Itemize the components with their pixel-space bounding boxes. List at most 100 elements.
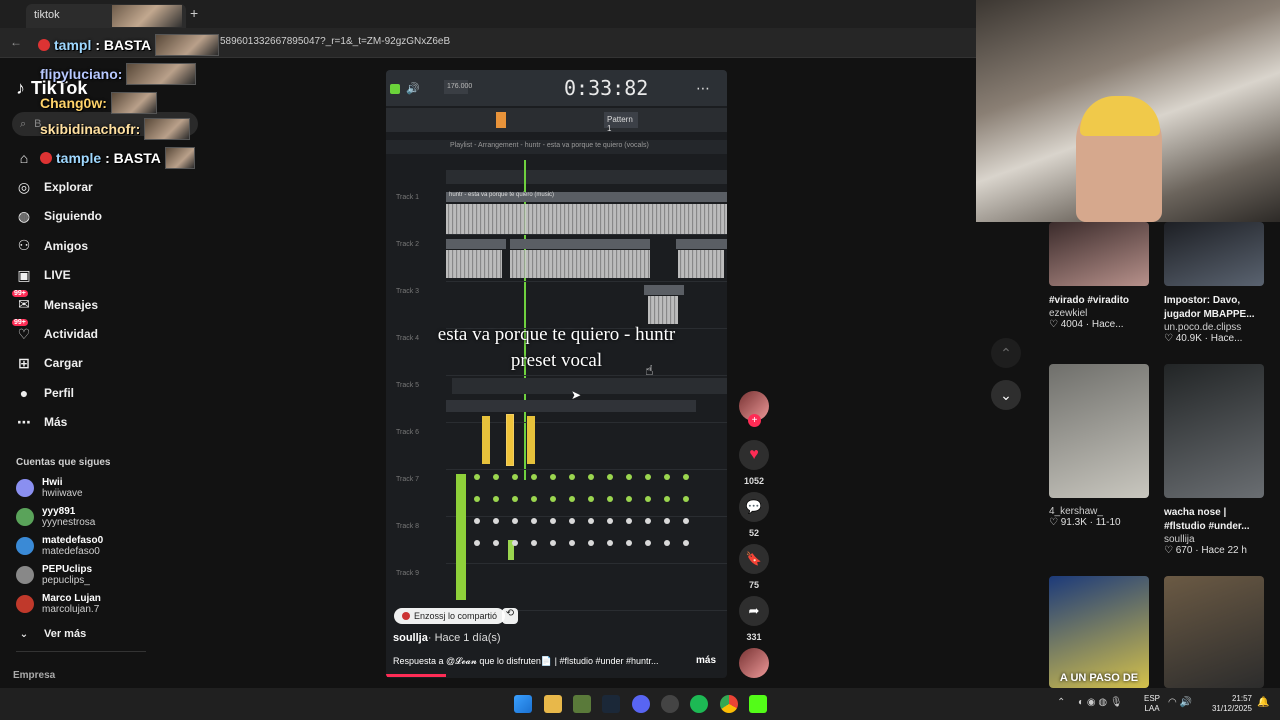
track-label: Track 1 [396, 194, 420, 201]
track-separator [446, 516, 727, 517]
mixer-knob [683, 540, 689, 546]
windows-start-icon[interactable] [514, 695, 532, 713]
kick-icon[interactable] [749, 695, 767, 713]
track-label: Track 6 [396, 429, 420, 436]
sidebar-item-siguiendo[interactable]: ◍ Siguiendo [16, 205, 102, 227]
url-text[interactable]: 589601332667895047?_r=1&_t=ZM-92gzGNxZ6e… [220, 36, 450, 47]
sidebar-item-cargar[interactable]: ⊞ Cargar [16, 352, 83, 374]
chat-user: tampl [54, 37, 92, 53]
recommended-video-card[interactable]: wacha nose | #flstudio #under... soullija… [1164, 364, 1268, 556]
following-account[interactable]: Marco Lujan marcolujan.7 [16, 593, 101, 615]
chat-emote [110, 92, 157, 114]
level-meter [456, 474, 466, 600]
file-explorer-icon[interactable] [544, 695, 562, 713]
obs-icon[interactable] [661, 695, 679, 713]
mixer-knob [550, 474, 556, 480]
back-icon[interactable]: ← [10, 35, 22, 49]
following-account[interactable]: yyy891 yyynestrosa [16, 506, 95, 528]
chat-line-3: Chang0w: [40, 92, 157, 114]
mixer-knob [550, 518, 556, 524]
more-icon[interactable]: ⋯ [696, 80, 710, 97]
video-player[interactable]: 🔊 176.000 0:33:82 ⋯ Pattern 1 Playlist -… [386, 70, 727, 678]
previous-video-button[interactable]: ⌃ [991, 338, 1021, 368]
comment-button[interactable]: 💬 [739, 492, 769, 522]
account-name: yyy891 [42, 506, 76, 517]
recommended-video-card[interactable]: Impostor: Davo, jugador MBAPPE... un.poco… [1164, 222, 1268, 344]
account-name: PEPUclips [42, 564, 93, 575]
following-account[interactable]: matedefaso0 matedefaso0 [16, 535, 103, 557]
mixer-knob [512, 518, 518, 524]
language-indicator[interactable]: ESP LAA [1144, 694, 1160, 714]
video-caption-line2: preset vocal [510, 350, 603, 371]
sidebar-item-perfil[interactable]: ● Perfil [16, 382, 74, 404]
track-label: Track 8 [396, 523, 420, 530]
save-button[interactable]: 🔖 [739, 544, 769, 574]
see-more-button[interactable]: ⌄ Ver más [16, 623, 86, 645]
friends-icon: ⚇ [17, 237, 31, 254]
more-link[interactable]: más [696, 655, 716, 666]
sidebar-item-live[interactable]: ▣ LIVE [16, 264, 70, 286]
steam-icon[interactable] [602, 695, 620, 713]
video-author[interactable]: soullja [393, 632, 428, 644]
footer-link[interactable]: Empresa [13, 670, 55, 681]
following-title: Cuentas que sigues [16, 457, 111, 468]
video-thumbnail [1049, 222, 1149, 286]
card-user: ezewkiel [1049, 308, 1088, 319]
account-handle: hwiiwave [42, 488, 83, 499]
mixer-knob [569, 518, 575, 524]
share-button[interactable]: ➦ [739, 596, 769, 626]
network-volume-icons[interactable]: ◠ 🔊 [1168, 697, 1192, 708]
sidebar-item-actividad[interactable]: ♡ 99+ Actividad [12, 319, 98, 345]
video-thumbnail [1164, 222, 1264, 286]
next-video-button[interactable]: ⌄ [991, 380, 1021, 410]
activity-icon: ♡ 99+ [12, 319, 31, 342]
chat-emote [144, 118, 191, 140]
sound-disc[interactable] [739, 648, 769, 678]
like-button[interactable]: ♥ [739, 440, 769, 470]
app-icon[interactable] [573, 695, 591, 713]
following-account[interactable]: PEPUclips pepuclips_ [16, 564, 92, 586]
video-thumbnail [1164, 576, 1264, 688]
waveform-vocal [648, 296, 678, 324]
sidebar-item-más[interactable]: ⋯ Más [16, 411, 67, 433]
mixer-knob [512, 474, 518, 480]
new-tab-button[interactable]: + [190, 5, 198, 21]
follow-plus-icon[interactable]: + [748, 414, 761, 427]
shared-by-chip[interactable]: Enzossj lo compartió [394, 608, 506, 624]
spotify-icon[interactable] [690, 695, 708, 713]
recommended-video-card[interactable]: #virado #viradito ezewkiel ♡ 4004 · Hace..… [1049, 222, 1153, 330]
clock[interactable]: 21:57 31/12/2025 [1208, 694, 1252, 714]
tray-icons[interactable]: ◐ ◉ ◍ 🎙 [1078, 697, 1123, 708]
recommended-video-card[interactable] [1164, 576, 1268, 696]
discord-icon[interactable] [632, 695, 650, 713]
sidebar-item-label: Explorar [44, 180, 93, 194]
tray-chevron-icon[interactable]: ⌃ [1057, 697, 1065, 708]
mouse-pointer-icon: ➤ [571, 388, 582, 402]
sidebar-item-mensajes[interactable]: ✉ 99+ Mensajes [12, 289, 98, 316]
recommended-video-card[interactable]: 4_kershaw_ ♡ 91.3K · 11-10 [1049, 364, 1153, 528]
sidebar-item-label: Perfil [44, 385, 75, 400]
mixer-knob [664, 540, 670, 546]
timeline-ruler [446, 170, 727, 184]
following-account[interactable]: Hwii hwiiwave [16, 477, 83, 499]
chat-line-5: tample : BASTA [40, 147, 195, 169]
notification-icon[interactable]: 🔔 [1257, 697, 1269, 708]
account-handle: marcolujan.7 [42, 604, 100, 615]
mixer-knob [550, 540, 556, 546]
mixer-knob [474, 474, 480, 480]
repost-icon[interactable]: ⟲ [502, 608, 518, 624]
speaker-icon[interactable]: 🔊 [406, 82, 420, 95]
progress-bar[interactable] [386, 674, 446, 677]
recommended-video-card[interactable]: A UN PASO DE [1049, 576, 1153, 688]
sidebar-item-home[interactable]: ⌂ [16, 147, 32, 169]
card-meta: #virado #viradito ezewkiel ♡ 4004 · Hace..… [1049, 294, 1153, 330]
sidebar-item-explorar[interactable]: ◎ Explorar [16, 176, 93, 198]
webcam-overlay [976, 0, 1280, 222]
sidebar-item-amigos[interactable]: ⚇ Amigos [16, 235, 88, 257]
mixer-knob [626, 496, 632, 502]
account-handle: pepuclips_ [42, 575, 90, 586]
account-name: Hwii [42, 477, 63, 488]
chrome-icon[interactable] [720, 695, 738, 713]
chevron-down-icon: ⌄ [19, 628, 29, 640]
mixer-knob [683, 496, 689, 502]
